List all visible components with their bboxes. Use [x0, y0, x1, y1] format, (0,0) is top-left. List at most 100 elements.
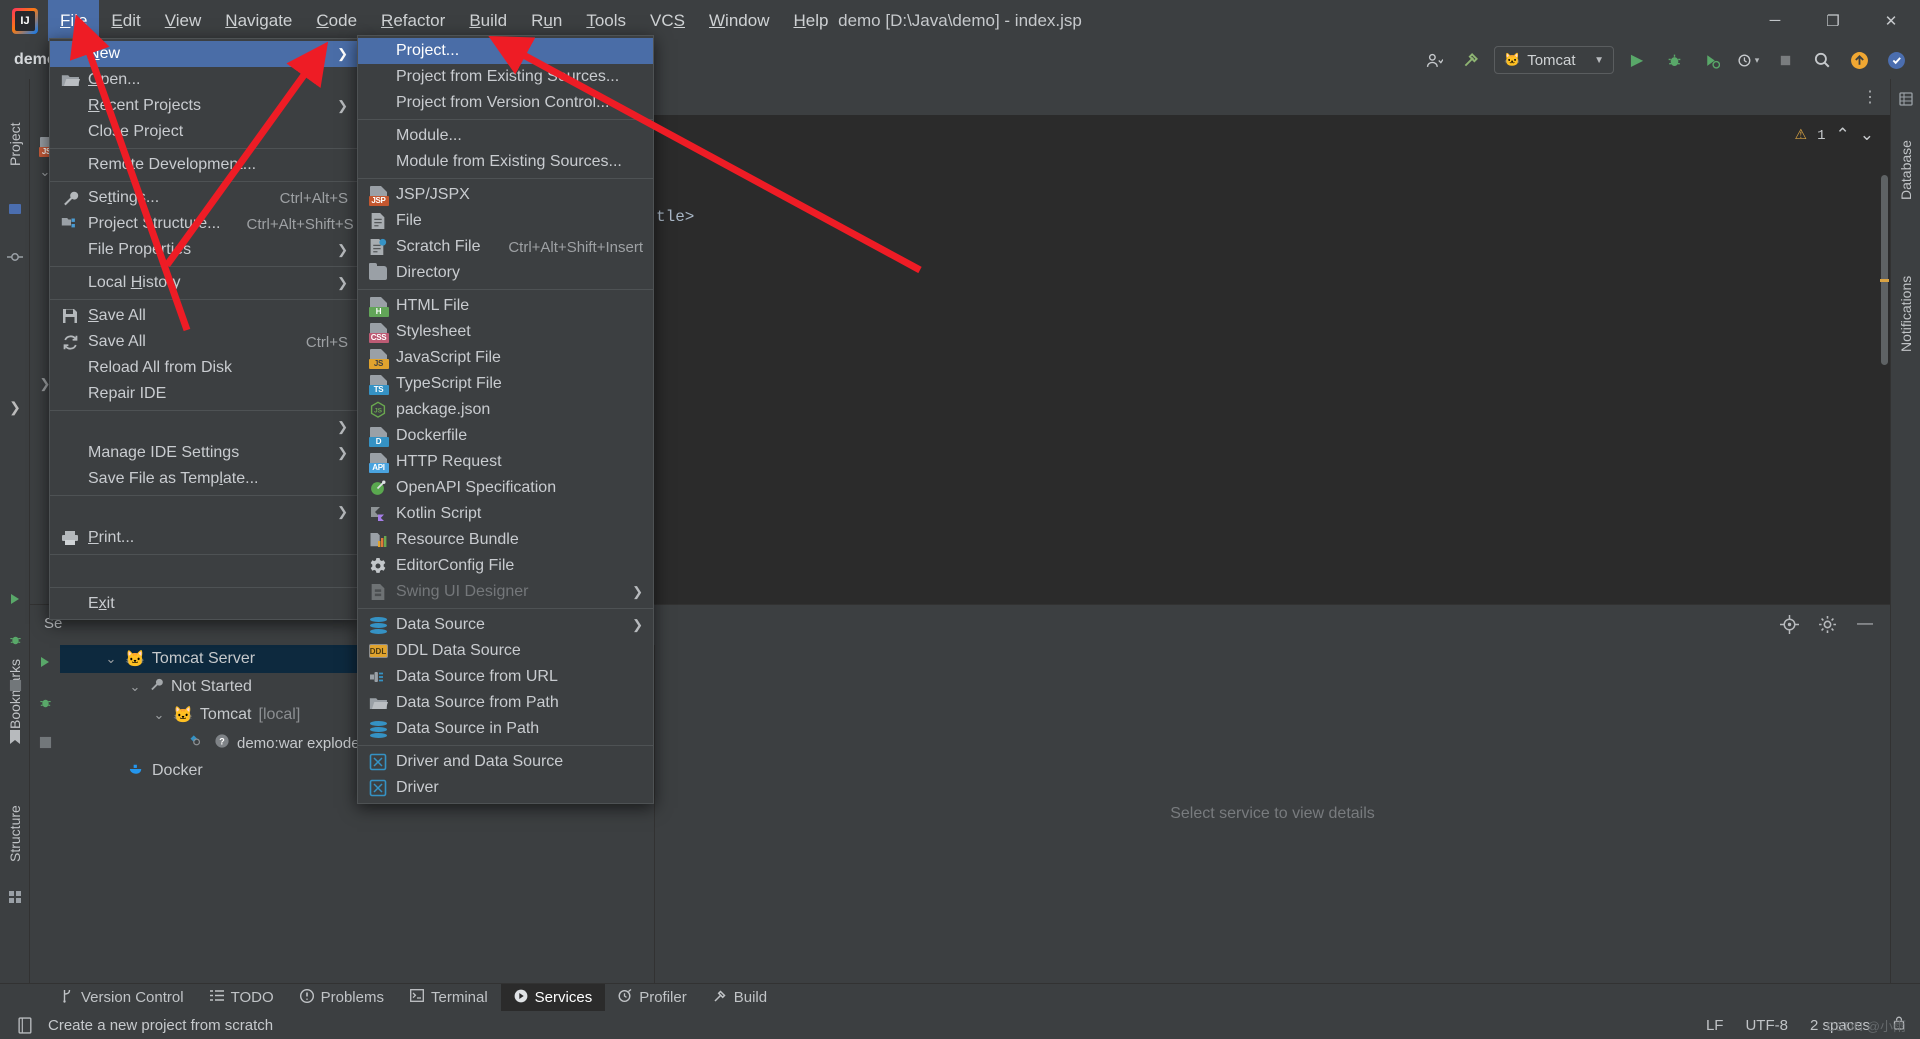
previous-highlight-icon[interactable]: ⌃ — [1836, 125, 1850, 146]
tab-todo[interactable]: TODO — [197, 984, 287, 1012]
menu-item-close-project[interactable]: Close Project — [50, 119, 358, 145]
submenu-item-dockerfile[interactable]: D Dockerfile — [358, 423, 653, 449]
submenu-item-project[interactable]: Project... — [358, 38, 653, 64]
tab-problems[interactable]: Problems — [287, 984, 397, 1012]
editor-scrollbar[interactable] — [1881, 175, 1888, 365]
profiler-icon[interactable]: ▾ — [1734, 46, 1762, 74]
next-highlight-icon[interactable]: ⌄ — [1860, 125, 1874, 146]
menu-view[interactable]: View — [153, 0, 214, 41]
tab-build[interactable]: Build — [700, 984, 780, 1012]
stop-square-icon[interactable] — [34, 731, 56, 753]
menu-item-repair-ide[interactable]: Reload All from Disk — [50, 355, 358, 381]
close-button[interactable]: ✕ — [1862, 0, 1920, 41]
run-with-coverage-icon[interactable] — [1697, 46, 1725, 74]
code-editor[interactable]: ⚠ 1 ⌃ ⌄ tle> — [640, 115, 1890, 604]
error-stripe-mark[interactable] — [1880, 279, 1889, 282]
more-options-icon[interactable]: ⋮ — [1862, 87, 1880, 107]
line-separator-indicator[interactable]: LF — [1706, 1017, 1724, 1034]
menu-edit[interactable]: Edit — [99, 0, 152, 41]
submenu-item-directory[interactable]: Directory — [358, 260, 653, 286]
submenu-item-stylesheet[interactable]: CSS Stylesheet — [358, 319, 653, 345]
submenu-item-ddl-data-source[interactable]: DDL DDL Data Source — [358, 638, 653, 664]
menu-item-remote-development[interactable]: Remote Development... — [50, 152, 358, 178]
run-play-icon[interactable] — [34, 651, 56, 673]
menu-file[interactable]: File — [48, 0, 100, 41]
build-hammer-icon[interactable] — [1457, 46, 1485, 74]
submenu-item-driver-and-data-source[interactable]: Driver and Data Source — [358, 749, 653, 775]
menu-item-local-history[interactable]: Local History ❯ — [50, 270, 358, 296]
encoding-indicator[interactable]: UTF-8 — [1745, 1017, 1788, 1034]
menu-item-exit[interactable]: Exit — [50, 591, 358, 617]
database-table-icon[interactable] — [1896, 89, 1916, 109]
menu-item-invalidate-caches[interactable]: Repair IDE — [50, 381, 358, 407]
submenu-item-openapi-specification[interactable]: OpenAPI Specification — [358, 475, 653, 501]
tab-version-control[interactable]: Version Control — [48, 984, 197, 1012]
menu-item-reload-all-from-disk[interactable]: Save All Ctrl+S — [50, 329, 358, 355]
submenu-item-http-request[interactable]: API HTTP Request — [358, 449, 653, 475]
submenu-item-data-source-from-url[interactable]: Data Source from URL — [358, 664, 653, 690]
menu-item-project-structure[interactable]: Project Structure... Ctrl+Alt+Shift+S — [50, 211, 358, 237]
submenu-item-javascript-file[interactable]: JS JavaScript File — [358, 345, 653, 371]
submenu-item-html-file[interactable]: H HTML File — [358, 293, 653, 319]
menu-item-new-projects-setup[interactable]: Manage IDE Settings ❯ — [50, 440, 358, 466]
submenu-item-project-from-version-control[interactable]: Project from Version Control... — [358, 90, 653, 116]
submenu-item-module[interactable]: Module... — [358, 123, 653, 149]
inspection-widget[interactable]: ⚠ 1 ⌃ ⌄ — [1795, 125, 1874, 146]
chevron-down-icon[interactable]: ⌄ — [128, 679, 142, 695]
menu-item-new[interactable]: New ❯ — [50, 41, 358, 67]
expand-chevron-icon[interactable]: ❯ — [5, 397, 25, 417]
submenu-item-resource-bundle[interactable]: Resource Bundle — [358, 527, 653, 553]
chevron-down-icon[interactable]: ⌄ — [152, 707, 166, 723]
sidebar-tab-project[interactable]: Project — [0, 99, 30, 189]
submenu-item-data-source-in-path[interactable]: Data Source in Path — [358, 716, 653, 742]
update-project-icon[interactable] — [1845, 46, 1873, 74]
menu-item-print[interactable]: Print... — [50, 525, 358, 551]
menu-item-recent-projects[interactable]: Recent Projects ❯ — [50, 93, 358, 119]
sidebar-tab-database[interactable]: Database — [1891, 115, 1920, 225]
target-icon[interactable] — [1778, 613, 1800, 635]
submenu-item-jsp-jspx[interactable]: JSP JSP/JSPX — [358, 182, 653, 208]
structure-grid-icon[interactable] — [5, 887, 25, 907]
menu-navigate[interactable]: Navigate — [213, 0, 304, 41]
submenu-item-kotlin-script[interactable]: Kotlin Script — [358, 501, 653, 527]
run-configuration-selector[interactable]: 🐱 Tomcat ▼ — [1494, 46, 1614, 74]
menu-item-export[interactable]: ❯ — [50, 499, 358, 525]
run-icon[interactable]: ▶ — [1623, 46, 1651, 74]
submenu-item-driver[interactable]: Driver — [358, 775, 653, 801]
submenu-item-typescript-file[interactable]: TS TypeScript File — [358, 371, 653, 397]
debug-bug-icon[interactable] — [5, 629, 25, 649]
submenu-item-data-source[interactable]: Data Source ❯ — [358, 612, 653, 638]
submenu-item-project-from-existing-sources[interactable]: Project from Existing Sources... — [358, 64, 653, 90]
debug-icon[interactable] — [1660, 46, 1688, 74]
commit-icon[interactable] — [5, 247, 25, 267]
minimize-button[interactable]: ─ — [1746, 0, 1804, 41]
menu-item-power-save-mode[interactable] — [50, 558, 358, 584]
submenu-item-module-from-existing-sources[interactable]: Module from Existing Sources... — [358, 149, 653, 175]
menu-item-save-all[interactable]: Save All — [50, 303, 358, 329]
maximize-button[interactable]: ❐ — [1804, 0, 1862, 41]
project-files-icon[interactable] — [5, 199, 25, 219]
menu-item-manage-ide-settings[interactable]: ❯ — [50, 414, 358, 440]
submenu-item-scratch-file[interactable]: Scratch File Ctrl+Alt+Shift+Insert — [358, 234, 653, 260]
submenu-item-package-json[interactable]: JS package.json — [358, 397, 653, 423]
submenu-item-editorconfig-file[interactable]: EditorConfig File — [358, 553, 653, 579]
tab-terminal[interactable]: Terminal — [397, 984, 501, 1012]
sidebar-tab-structure[interactable]: Structure — [0, 779, 30, 889]
submenu-item-file[interactable]: File — [358, 208, 653, 234]
menu-window[interactable]: Window — [697, 0, 781, 41]
bookmark-flag-icon[interactable] — [5, 727, 25, 747]
settings-gear-icon[interactable] — [1816, 613, 1838, 635]
user-account-icon[interactable] — [1420, 46, 1448, 74]
chevron-down-icon[interactable]: ⌄ — [104, 651, 118, 667]
stop-icon[interactable] — [1771, 46, 1799, 74]
menu-item-settings[interactable]: Settings... Ctrl+Alt+S — [50, 185, 358, 211]
search-icon[interactable] — [1808, 46, 1836, 74]
submenu-item-data-source-from-path[interactable]: Data Source from Path — [358, 690, 653, 716]
menu-item-open[interactable]: Open... — [50, 67, 358, 93]
file-status-icon[interactable] — [16, 1016, 34, 1034]
tab-services[interactable]: Services — [500, 983, 606, 1012]
menu-item-save-file-as-template[interactable]: Save File as Template... — [50, 466, 358, 492]
debug-bug-icon[interactable] — [34, 691, 56, 713]
minimize-icon[interactable]: — — [1854, 613, 1876, 635]
tab-profiler[interactable]: Profiler — [605, 984, 700, 1012]
